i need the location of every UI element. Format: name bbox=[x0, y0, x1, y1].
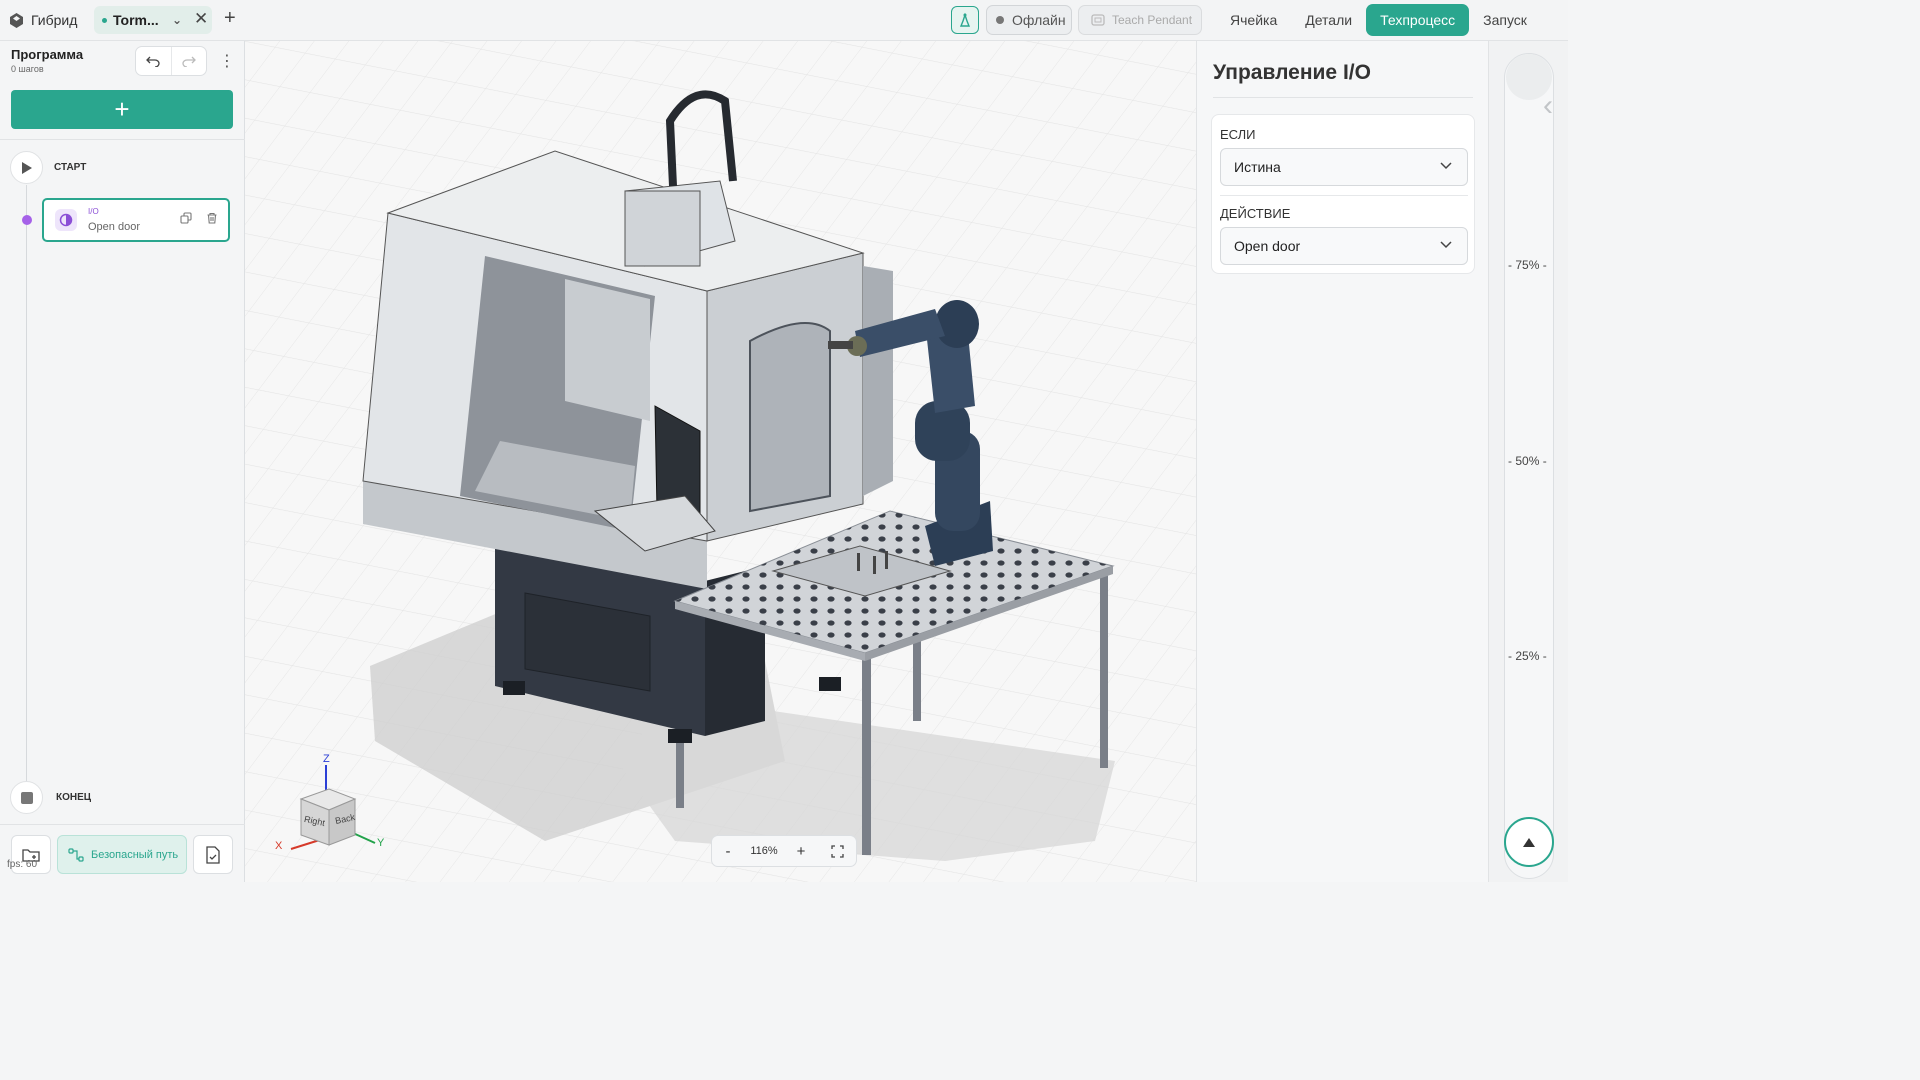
io-icon bbox=[55, 209, 77, 231]
add-tab-button[interactable]: + bbox=[224, 7, 236, 30]
tick-25: - 25% - bbox=[1508, 649, 1547, 663]
fps-counter: fps: 60 bbox=[7, 859, 38, 870]
orientation-gizmo[interactable]: Z X Y Right Back bbox=[273, 753, 393, 855]
speed-rail: ‹ - 75% - - 50% - - 25% - bbox=[1488, 41, 1568, 882]
app-name: Гибрид bbox=[31, 12, 78, 28]
axis-x-label: X bbox=[275, 840, 283, 852]
app-brand[interactable]: Гибрид bbox=[8, 10, 77, 30]
io-control-panel: Управление I/O ЕСЛИ Истина ДЕЙСТВИЕ Open… bbox=[1196, 41, 1488, 882]
trash-icon[interactable] bbox=[206, 212, 218, 227]
safe-path-label: Безопасный путь bbox=[91, 848, 179, 861]
divider bbox=[0, 824, 245, 825]
axis-z-label: Z bbox=[323, 753, 330, 765]
redo-icon bbox=[182, 56, 196, 67]
connection-status-label: Офлайн bbox=[1012, 12, 1066, 28]
zoom-toolbar: - 116% + bbox=[711, 835, 857, 867]
zoom-value: 116% bbox=[750, 845, 778, 857]
zoom-in-button[interactable]: + bbox=[784, 843, 818, 860]
document-button[interactable] bbox=[193, 835, 233, 874]
program-sidebar: Программа 0 шагов ⋮ + СТАРТ I/O Open doo… bbox=[0, 41, 245, 882]
3d-viewport[interactable]: Z X Y Right Back - 116% + bbox=[245, 41, 1196, 882]
chevron-down-icon bbox=[1440, 238, 1452, 252]
axis-y-label: Y bbox=[377, 837, 385, 849]
step-name: Open door bbox=[88, 221, 140, 233]
scroll-up-button[interactable] bbox=[1504, 817, 1554, 867]
action-select-value: Open door bbox=[1234, 238, 1301, 254]
tab-process[interactable]: Техпроцесс bbox=[1366, 4, 1470, 36]
play-icon bbox=[22, 161, 32, 174]
tick-75: - 75% - bbox=[1508, 258, 1547, 272]
step-bullet bbox=[22, 215, 32, 225]
start-label: СТАРТ bbox=[54, 162, 87, 173]
zoom-out-button[interactable]: - bbox=[712, 843, 744, 860]
tab-project[interactable]: Torm... ⌄ ✕ bbox=[94, 6, 212, 34]
undo-redo-group bbox=[135, 46, 207, 76]
timeline-line bbox=[26, 185, 27, 785]
tab-run[interactable]: Запуск bbox=[1469, 4, 1541, 36]
teach-pendant-label: Teach Pendant bbox=[1112, 13, 1193, 27]
start-play-button[interactable] bbox=[10, 151, 43, 184]
redo-button[interactable] bbox=[170, 47, 207, 75]
add-step-button[interactable]: + bbox=[11, 90, 233, 129]
robot-icon-button[interactable] bbox=[951, 6, 979, 34]
fullscreen-icon[interactable] bbox=[818, 844, 856, 858]
step-type: I/O bbox=[88, 207, 99, 216]
close-icon[interactable]: ✕ bbox=[194, 9, 208, 29]
end-label: КОНЕЦ bbox=[56, 792, 92, 803]
more-options-icon[interactable]: ⋮ bbox=[219, 51, 235, 71]
document-check-icon bbox=[206, 845, 220, 864]
program-title: Программа bbox=[11, 47, 84, 62]
mode-switcher: Ячейка Детали Техпроцесс Запуск bbox=[1216, 4, 1541, 36]
if-label: ЕСЛИ bbox=[1220, 127, 1256, 142]
status-dot bbox=[996, 16, 1004, 24]
chevron-down-icon[interactable]: ⌄ bbox=[172, 13, 182, 27]
top-bar: Гибрид Torm... ⌄ ✕ + Офлайн Teach Pendan… bbox=[0, 0, 1568, 41]
chevron-down-icon bbox=[1440, 159, 1452, 173]
tablet-icon bbox=[1091, 14, 1105, 26]
divider bbox=[0, 139, 245, 140]
triangle-up-icon bbox=[1523, 837, 1535, 847]
connection-status-button[interactable]: Офлайн bbox=[986, 5, 1072, 35]
divider bbox=[1213, 97, 1473, 98]
tab-label: Torm... bbox=[113, 12, 159, 28]
robot-icon bbox=[959, 12, 971, 27]
tab-parts[interactable]: Детали bbox=[1291, 4, 1366, 36]
tick-50: - 50% - bbox=[1508, 454, 1547, 468]
tab-status-dot bbox=[102, 17, 107, 23]
chevron-left-icon[interactable]: ‹ bbox=[1543, 89, 1553, 123]
if-select[interactable]: Истина bbox=[1220, 148, 1468, 186]
end-stop-button[interactable] bbox=[10, 781, 43, 814]
copy-icon[interactable] bbox=[180, 212, 192, 227]
action-label: ДЕЙСТВИЕ bbox=[1220, 206, 1291, 221]
condition-form: ЕСЛИ Истина ДЕЙСТВИЕ Open door bbox=[1211, 114, 1475, 274]
if-select-value: Истина bbox=[1234, 159, 1281, 175]
step-card-io[interactable]: I/O Open door bbox=[42, 198, 230, 242]
app-logo-icon bbox=[10, 12, 23, 28]
program-step-count: 0 шагов bbox=[11, 64, 44, 74]
safe-path-button[interactable]: Безопасный путь bbox=[57, 835, 187, 874]
action-select[interactable]: Open door bbox=[1220, 227, 1468, 265]
teach-pendant-button[interactable]: Teach Pendant bbox=[1078, 5, 1202, 35]
path-icon bbox=[68, 847, 84, 862]
undo-button[interactable] bbox=[136, 47, 171, 75]
tab-cell[interactable]: Ячейка bbox=[1216, 4, 1291, 36]
panel-title: Управление I/O bbox=[1213, 61, 1371, 84]
divider bbox=[1220, 195, 1468, 196]
stop-icon bbox=[20, 791, 33, 804]
undo-icon bbox=[146, 56, 160, 67]
